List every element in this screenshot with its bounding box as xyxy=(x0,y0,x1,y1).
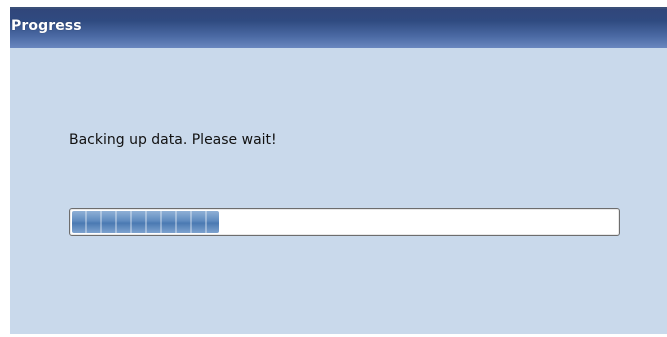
dialog-content: Backing up data. Please wait! xyxy=(10,48,667,334)
window-title: Progress xyxy=(11,18,82,34)
progress-bar xyxy=(69,208,620,236)
status-message: Backing up data. Please wait! xyxy=(69,132,277,148)
progress-bar-fill xyxy=(72,211,219,233)
title-bar[interactable]: Progress xyxy=(10,9,667,48)
progress-dialog: Progress Backing up data. Please wait! xyxy=(10,7,667,334)
